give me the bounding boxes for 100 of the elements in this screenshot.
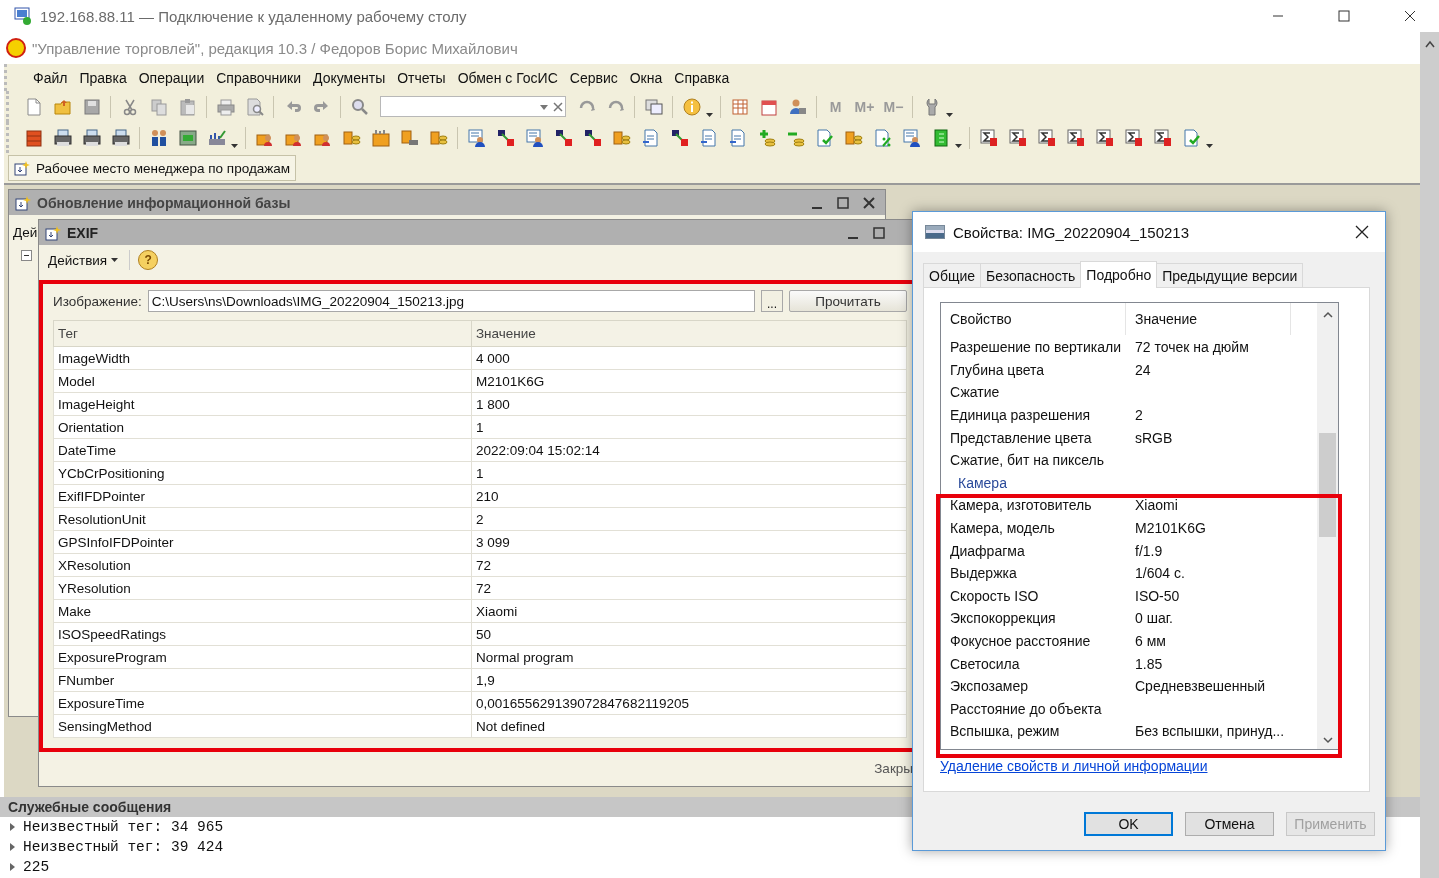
property-value: sRGB [1135, 429, 1173, 446]
property-value: M2101K6G [1135, 520, 1206, 537]
table-cell: ImageWidth [53, 346, 472, 370]
table-cell: Model [53, 369, 472, 393]
property-name: Экспозамер [950, 678, 1029, 695]
property-name: Сжатие, бит на пиксель [950, 452, 1106, 469]
table-cell: Orientation [53, 415, 472, 439]
panel-button[interactable]: Рабочее место менеджера по продажам [8, 155, 297, 181]
document-person-icon [902, 128, 921, 147]
factory-icon [371, 128, 390, 147]
logo-icon [6, 38, 26, 58]
table-cell: 1 800 [471, 392, 907, 416]
coins-icon [844, 128, 863, 147]
menu-item[interactable]: Отчеты [391, 69, 452, 86]
property-name: Светосила [950, 655, 1021, 672]
user-lock-icon [788, 97, 807, 116]
column-header[interactable]: Свойство [941, 303, 1126, 335]
info-icon [682, 97, 701, 116]
scrollbar-thumb[interactable] [1319, 433, 1336, 537]
dialog-button[interactable]: Отмена [1185, 812, 1274, 836]
document-arrow-icon [641, 128, 660, 147]
menu-item[interactable]: Окна [623, 69, 669, 86]
scroll-down-icon [1322, 737, 1333, 744]
scrollbar[interactable] [1420, 32, 1439, 878]
field-label: Изображение: [53, 293, 142, 309]
menu-item[interactable]: Сервис [563, 69, 624, 86]
menu-item[interactable]: Справка [668, 69, 736, 86]
column-header[interactable]: Значение [1126, 303, 1291, 335]
browse-button[interactable]: ... [761, 290, 783, 312]
remove-properties-link[interactable]: Удаление свойств и личной информации [940, 758, 1369, 774]
clear-icon [551, 99, 565, 114]
table-cell: YResolution [53, 576, 472, 600]
minimize-icon [812, 206, 822, 209]
menu-item[interactable]: Правка [73, 69, 133, 86]
tab[interactable]: Подробно [1080, 261, 1158, 288]
table-cell: SensingMethod [53, 714, 472, 738]
menu-item[interactable]: Файл [27, 69, 74, 86]
sigma-document-icon [979, 128, 998, 147]
table-cell: ResolutionUnit [53, 507, 472, 531]
table-cell: 1,9 [471, 668, 907, 692]
document-person-icon [467, 128, 486, 147]
maximize-icon [837, 196, 849, 209]
table-icon [730, 97, 749, 116]
message-line: 225 [23, 859, 50, 875]
sigma-document-icon [1037, 128, 1056, 147]
people-icon [149, 128, 168, 147]
property-value: 2 [1135, 407, 1143, 424]
form-icon [15, 194, 31, 211]
help-button[interactable]: ? [138, 250, 159, 270]
property-value: 1.85 [1135, 655, 1163, 672]
column-header[interactable]: Тег [53, 320, 472, 347]
caret-icon [1206, 143, 1213, 148]
property-name: Экспокоррекция [950, 610, 1057, 627]
table-cell: 72 [471, 576, 907, 600]
property-value: Средневзвешенный [1135, 678, 1266, 695]
minimize-icon [848, 236, 858, 239]
collapse-icon [21, 250, 32, 261]
printer-icon [111, 128, 130, 147]
squares-arrow-icon [496, 128, 515, 147]
property-name: Скорость ISO [950, 587, 1040, 604]
property-name: Глубина цвета [950, 361, 1046, 378]
file-path-field[interactable]: C:\Users\ns\Downloads\IMG_20220904_150213.jpg [147, 290, 755, 312]
remote-desktop-icon [14, 7, 32, 25]
table-cell: ExifIFDPointer [53, 484, 472, 508]
table-cell: Xiaomi [471, 599, 907, 623]
coins-icon [612, 128, 631, 147]
search-combo-field[interactable] [380, 96, 566, 117]
close-button[interactable]: Закры [874, 761, 913, 776]
form-icon [14, 160, 30, 176]
property-value: 72 точек на дюйм [1135, 339, 1249, 356]
document-arrow-icon [728, 128, 747, 147]
property-name: Фокусное расстояние [950, 633, 1092, 649]
sigma-document-icon [1095, 128, 1114, 147]
menu-item[interactable]: Операции [132, 69, 211, 86]
column-header[interactable]: Значение [471, 320, 907, 347]
coins-icon [429, 128, 448, 147]
property-name: Сжатие [950, 384, 1001, 401]
menu-item[interactable]: Документы [307, 69, 392, 86]
scrollbar[interactable] [1317, 303, 1338, 749]
plus-coins-icon [757, 128, 776, 147]
close-icon [863, 196, 875, 209]
property-name: Камера, модель [950, 520, 1056, 537]
cabinet-icon [24, 128, 43, 147]
tab[interactable]: Предыдущие версии [1156, 263, 1304, 287]
table-cell: XResolution [53, 553, 472, 577]
menu-item[interactable]: Справочники [210, 69, 308, 86]
property-value: f/1.9 [1135, 542, 1163, 559]
dialog-button[interactable]: OK [1084, 812, 1173, 836]
table-cell: 0,001655629139072847682119205 [471, 691, 907, 715]
property-name: Представление цвета [950, 429, 1093, 446]
table-cell: ISOSpeedRatings [53, 622, 472, 646]
window-title: 192.168.88.11 — Подключение к удаленному рабочему столу [40, 7, 468, 25]
table-cell: 3 099 [471, 530, 907, 554]
menu-item[interactable]: Обмен с ГосИС [451, 69, 564, 86]
actions-menu[interactable]: Действия [45, 250, 122, 270]
property-value: 24 [1135, 361, 1151, 378]
window-title: EXIF [67, 224, 100, 241]
tab[interactable]: Общие [923, 263, 982, 287]
read-button[interactable]: Прочитать [789, 290, 907, 312]
message-line: Неизвестный тег: 39 424 [23, 839, 224, 855]
